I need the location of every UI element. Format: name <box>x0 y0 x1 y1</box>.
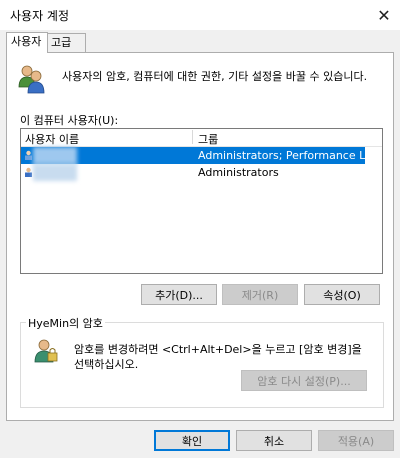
tab-advanced[interactable]: 고급 <box>46 33 86 52</box>
apply-button[interactable]: 적용(A) <box>318 430 394 451</box>
column-separator[interactable] <box>192 130 193 144</box>
cancel-button[interactable]: 취소 <box>236 430 312 451</box>
properties-button[interactable]: 속성(O) <box>304 284 380 305</box>
ok-button[interactable]: 확인 <box>154 430 230 451</box>
password-group-title: HyeMin의 암호 <box>26 315 105 331</box>
tab-users[interactable]: 사용자 <box>6 32 48 53</box>
users-icon <box>18 65 45 94</box>
column-header-group[interactable]: 그룹 <box>198 131 218 147</box>
list-header: 사용자 이름 그룹 <box>21 129 382 147</box>
remove-user-button[interactable]: 제거(R) <box>222 284 298 305</box>
add-user-button[interactable]: 추가(D)... <box>141 284 217 305</box>
reset-password-button[interactable]: 암호 다시 설정(P)... <box>241 370 367 391</box>
users-list-label: 이 컴퓨터 사용자(U): <box>20 114 119 127</box>
user-group-cell: Administrators; Performance Log ... <box>198 149 393 162</box>
redacted-user-name <box>33 164 77 181</box>
users-list[interactable]: 사용자 이름 그룹 Administrators; Performance Lo… <box>20 128 393 274</box>
redacted-user-name <box>33 147 77 164</box>
window-title: 사용자 계정 <box>10 9 70 23</box>
table-row[interactable]: Administrators; Performance Log ... <box>21 147 393 164</box>
password-instructions: 암호를 변경하려면 <Ctrl+Alt+Del>을 누르고 [암호 변경]을 선… <box>74 343 362 371</box>
intro-text: 사용자의 암호, 컴퓨터에 대한 권한, 기타 설정을 바꿀 수 있습니다. <box>62 70 368 83</box>
close-button[interactable]: ✕ <box>368 0 400 30</box>
user-icon <box>25 167 32 177</box>
user-password-icon <box>34 339 58 363</box>
title-bar: 사용자 계정 ✕ <box>0 0 400 30</box>
table-row[interactable]: Administrators <box>21 164 365 181</box>
user-accounts-dialog: 사용자 계정 ✕ 사용자 고급 사용자의 암호, 컴퓨터에 대한 권한, 기타 … <box>0 0 400 458</box>
column-header-user-name[interactable]: 사용자 이름 <box>25 131 79 147</box>
user-icon <box>25 150 32 160</box>
user-group-cell: Administrators <box>198 166 279 179</box>
